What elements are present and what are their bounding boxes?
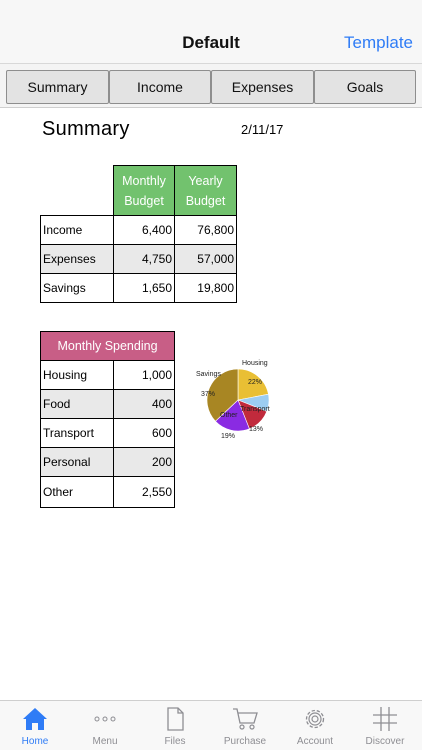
tab-goals[interactable]: Goals bbox=[314, 70, 416, 104]
bottom-tab-files[interactable]: Files bbox=[140, 701, 210, 750]
bottom-tab-discover[interactable]: Discover bbox=[350, 701, 420, 750]
budget-row-label[interactable]: Income bbox=[40, 215, 114, 245]
budget-row-label[interactable]: Savings bbox=[40, 273, 114, 303]
budget-row-monthly[interactable]: 1,650 bbox=[113, 273, 175, 303]
sheet-tab-bar: Summary Income Expenses Goals bbox=[0, 64, 422, 108]
pie-percent-transport: 13% bbox=[249, 426, 264, 433]
bottom-tab-label: Menu bbox=[92, 736, 118, 747]
bottom-tab-home[interactable]: Home bbox=[0, 701, 70, 750]
pie-percent-other: 19% bbox=[221, 433, 236, 440]
bottom-tab-label: Discover bbox=[365, 736, 405, 747]
tab-summary[interactable]: Summary bbox=[6, 70, 109, 104]
spending-pie-chart[interactable]: Housing 22% Transport 13% Other 19% Savi… bbox=[188, 350, 288, 450]
monthly-budget-header[interactable]: Monthly Budget bbox=[113, 165, 175, 216]
spending-row-label[interactable]: Transport bbox=[40, 418, 114, 448]
spending-row-value[interactable]: 400 bbox=[113, 389, 175, 419]
bottom-tab-bar: Home Menu Files Purchase Account Discove… bbox=[0, 700, 422, 750]
spending-row-value[interactable]: 200 bbox=[113, 447, 175, 477]
budget-row-monthly[interactable]: 4,750 bbox=[113, 244, 175, 274]
bottom-tab-label: Home bbox=[21, 736, 49, 747]
home-icon bbox=[23, 708, 47, 730]
pie-label-transport: Transport bbox=[240, 406, 270, 413]
spending-row-label[interactable]: Personal bbox=[40, 447, 114, 477]
bottom-tab-purchase[interactable]: Purchase bbox=[210, 701, 280, 750]
spending-row-value[interactable]: 2,550 bbox=[113, 476, 175, 508]
pie-label-other: Other bbox=[220, 412, 238, 419]
spending-row-label[interactable]: Food bbox=[40, 389, 114, 419]
budget-row-label[interactable]: Expenses bbox=[40, 244, 114, 274]
spending-row-value[interactable]: 600 bbox=[113, 418, 175, 448]
navigation-bar: Default Template bbox=[0, 0, 422, 64]
pie-chart-svg bbox=[206, 368, 270, 432]
bottom-tab-menu[interactable]: Menu bbox=[70, 701, 140, 750]
pie-percent-savings: 37% bbox=[201, 391, 216, 398]
bottom-tab-account[interactable]: Account bbox=[280, 701, 350, 750]
tab-expenses[interactable]: Expenses bbox=[211, 70, 314, 104]
pie-label-housing: Housing bbox=[242, 360, 268, 367]
cart-icon bbox=[233, 708, 258, 730]
spending-row-label[interactable]: Other bbox=[40, 476, 114, 508]
sheet-title: Summary bbox=[42, 118, 130, 140]
budget-row-yearly[interactable]: 76,800 bbox=[174, 215, 237, 245]
spending-row-label[interactable]: Housing bbox=[40, 360, 114, 390]
bottom-tab-label: Purchase bbox=[223, 736, 267, 747]
template-button[interactable]: Template bbox=[344, 33, 413, 53]
bottom-tab-label: Account bbox=[296, 736, 334, 747]
tab-income[interactable]: Income bbox=[109, 70, 211, 104]
budget-row-yearly[interactable]: 57,000 bbox=[174, 244, 237, 274]
pie-percent-housing: 22% bbox=[248, 379, 263, 386]
yearly-budget-header[interactable]: Yearly Budget bbox=[174, 165, 237, 216]
hash-icon bbox=[373, 707, 397, 731]
budget-row-monthly[interactable]: 6,400 bbox=[113, 215, 175, 245]
budget-row-yearly[interactable]: 19,800 bbox=[174, 273, 237, 303]
monthly-spending-header[interactable]: Monthly Spending bbox=[40, 331, 175, 361]
bottom-tab-label: Files bbox=[164, 736, 186, 747]
gear-icon bbox=[305, 709, 325, 729]
pie-label-savings: Savings bbox=[196, 371, 221, 378]
sheet-date: 2/11/17 bbox=[241, 122, 284, 137]
more-dots-icon bbox=[94, 716, 116, 722]
file-icon bbox=[167, 707, 184, 731]
spending-row-value[interactable]: 1,000 bbox=[113, 360, 175, 390]
